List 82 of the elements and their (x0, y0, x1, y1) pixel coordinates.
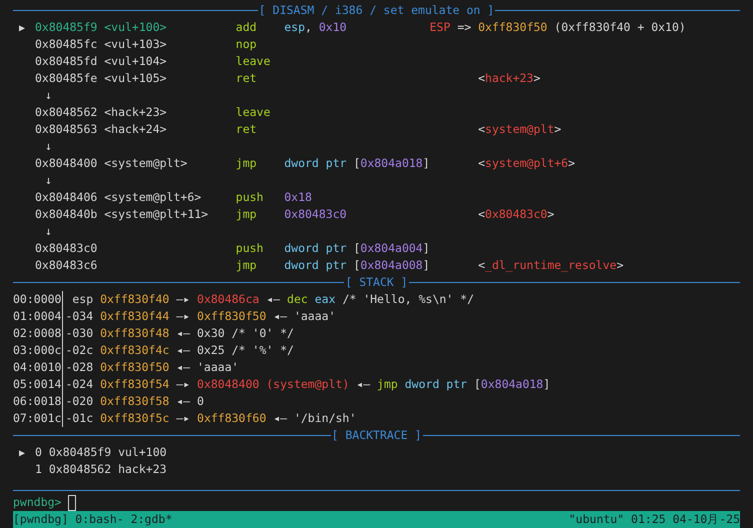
stack-value: 0xff830f44 —▸ 0xff830f50 ◂— 'aaaa' (100, 308, 336, 325)
instruction-annotation: ESP => 0xff830f50 (0xff830f40 + 0x10) (430, 19, 686, 36)
operands: dword ptr [0x804a008] (284, 258, 430, 272)
stack-value: 0xff830f54 —▸ 0x8048400 (system@plt) ◂— jmp dword ptr [0x804a018] (100, 376, 550, 393)
instruction-symbol: <vul+104> (104, 53, 167, 70)
instruction-address: 0x8048562 (35, 104, 98, 121)
instruction-annotation: <hack+23> (478, 70, 540, 87)
mnemonic: jmp (236, 206, 258, 223)
mnemonic: ret (236, 121, 258, 138)
stack-offset: -024 (65, 376, 94, 393)
stack-index: 06:0018 (13, 393, 62, 410)
mnemonic: leave (236, 53, 272, 70)
mnemonic: ret (236, 70, 258, 87)
stack-index: 03:000c (13, 342, 62, 359)
stack-index: 00:0000 (13, 291, 62, 308)
stack-value: 0xff830f5c —▸ 0xff830f60 ◂— '/bin/sh' (100, 410, 356, 427)
instruction-annotation: <0x80483c0> (478, 206, 554, 223)
mnemonic: add (236, 19, 258, 36)
stack-value: 0xff830f50 ◂— 'aaaa' (100, 359, 239, 376)
mnemonic: leave (236, 104, 272, 121)
operands: 0x80483c0 (284, 207, 347, 221)
instruction-symbol: <system@plt+11> (104, 206, 208, 223)
instruction-symbol: <vul+103> (104, 36, 167, 53)
instruction-annotation: <_dl_runtime_resolve> (478, 257, 624, 274)
command-prompt: pwndbg> (13, 494, 62, 511)
operands: dword ptr [0x804a018] (284, 156, 430, 170)
instruction-address: 0x80485fd (35, 53, 98, 70)
stack-index: 02:0008 (13, 325, 62, 342)
backtrace-frame[interactable]: 0 0x80485f9 vul+100 (35, 444, 167, 461)
current-instruction-marker: ▶ (18, 23, 26, 34)
operands: dword ptr [0x804a004] (284, 241, 430, 255)
stack-offset: -02c (65, 342, 94, 359)
stack-value: 0xff830f48 ◂— 0x30 /* '0' */ (100, 325, 294, 342)
section-title: [ STACK ] (344, 274, 409, 291)
instruction-address: 0x80485f9 (35, 19, 98, 36)
flow-arrow: ↓ (45, 87, 52, 104)
mnemonic: jmp (236, 257, 258, 274)
instruction-annotation: <system@plt+6> (478, 155, 576, 172)
text-cursor[interactable] (68, 494, 76, 510)
operands: esp, 0x10 (284, 20, 347, 34)
stack-offset: -030 (65, 325, 94, 342)
selected-frame-marker: ▶ (18, 448, 26, 459)
section-title: [ DISASM / i386 / set emulate on ] (258, 2, 496, 19)
flow-arrow: ↓ (45, 138, 52, 155)
instruction-symbol: <hack+23> (104, 104, 167, 121)
instruction-address: 0x8048400 (35, 155, 98, 172)
backtrace-frame[interactable]: 1 0x8048562 hack+23 (35, 461, 167, 478)
instruction-address: 0x804840b (35, 206, 98, 223)
instruction-address: 0x80483c6 (35, 257, 98, 274)
stack-index: 04:0010 (13, 359, 62, 376)
stack-offset: -020 (65, 393, 94, 410)
instruction-address: 0x80485fe (35, 70, 98, 87)
stack-offset: esp (71, 291, 94, 308)
stack-index: 01:0004 (13, 308, 62, 325)
instruction-address: 0x80483c0 (35, 240, 98, 257)
instruction-address: 0x8048563 (35, 121, 98, 138)
session-windows: [pwndbg] 0:bash- 2:gdb* (13, 511, 172, 528)
stack-index: 05:0014 (13, 376, 62, 393)
instruction-symbol: <hack+24> (104, 121, 167, 138)
mnemonic: push (236, 189, 264, 206)
operands: 0x18 (284, 190, 312, 204)
mnemonic: jmp (236, 155, 258, 172)
instruction-address: 0x80485fc (35, 36, 98, 53)
section-title: [ BACKTRACE ] (330, 427, 423, 444)
instruction-annotation: <system@plt> (478, 121, 562, 138)
mnemonic: nop (236, 36, 258, 53)
stack-index: 07:001c (13, 410, 62, 427)
stack-offset: -034 (65, 308, 94, 325)
instruction-symbol: <vul+105> (104, 70, 167, 87)
stack-value: 0xff830f58 ◂— 0 (100, 393, 204, 410)
stack-value: 0xff830f40 —▸ 0x80486ca ◂— dec eax /* 'Hello, %s\n' */ (100, 291, 474, 308)
instruction-address: 0x8048406 (35, 189, 98, 206)
instruction-symbol: <system@plt+6> (104, 189, 202, 206)
stack-offset: -01c (65, 410, 94, 427)
stack-value: 0xff830f4c ◂— 0x25 /* '%' */ (100, 342, 294, 359)
instruction-symbol: <vul+100> (104, 19, 167, 36)
stack-offset: -028 (65, 359, 94, 376)
mnemonic: push (236, 240, 264, 257)
host-clock: "ubuntu" 01:25 04-10月-25 (568, 511, 740, 528)
instruction-symbol: <system@plt> (104, 155, 188, 172)
flow-arrow: ↓ (45, 223, 52, 240)
flow-arrow: ↓ (45, 172, 52, 189)
